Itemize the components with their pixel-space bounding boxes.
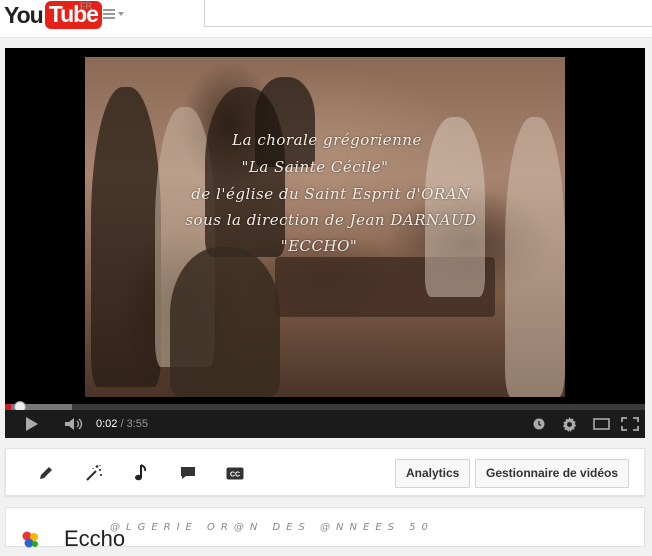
video-caption-line: de l'église du Saint Esprit d'ORAN [191, 185, 471, 203]
video-caption-line: "La Sainte Cécile" [241, 158, 389, 176]
music-note-icon[interactable] [131, 463, 151, 483]
pencil-icon[interactable] [36, 463, 56, 483]
channel-title[interactable]: Eccho [64, 526, 125, 552]
volume-icon[interactable] [63, 410, 85, 438]
time-separator: / [117, 418, 127, 430]
cc-icon[interactable]: CC [225, 463, 245, 483]
guide-menu-button[interactable] [103, 6, 129, 22]
fullscreen-icon[interactable] [619, 410, 641, 438]
magic-wand-icon[interactable] [84, 463, 104, 483]
photo-figure [170, 247, 280, 397]
video-frame[interactable]: La chorale grégorienne "La Sainte Cécile… [85, 57, 565, 397]
time-display: 0:02 / 3:55 [96, 410, 148, 438]
logo-you-text: You [4, 1, 44, 28]
hamburger-icon [103, 9, 115, 19]
video-player[interactable]: La chorale grégorienne "La Sainte Cécile… [5, 48, 645, 438]
player-controls: 0:02 / 3:55 [5, 410, 645, 438]
photo-figure [255, 77, 315, 167]
channel-logo-icon[interactable] [20, 529, 42, 551]
video-caption-line: sous la direction de Jean DARNAUD [185, 211, 477, 229]
channel-tagline: @LGERIE OR@N DES @NNEES 50 [110, 522, 434, 533]
video-action-bar: CC Analytics Gestionnaire de vidéos [5, 448, 645, 496]
watch-later-icon[interactable] [531, 410, 547, 438]
caret-down-icon [118, 12, 124, 16]
video-caption-line: "ECCHO" [280, 237, 358, 255]
analytics-button[interactable]: Analytics [395, 459, 471, 488]
region-code: FR [80, 1, 92, 11]
comment-icon[interactable] [178, 463, 198, 483]
logo-tube-text: Tube [44, 1, 102, 29]
video-manager-button[interactable]: Gestionnaire de vidéos [475, 459, 630, 488]
svg-text:CC: CC [230, 471, 240, 478]
time-current: 0:02 [96, 418, 118, 430]
masthead: You Tube FR [0, 0, 652, 38]
play-icon[interactable] [23, 410, 41, 438]
channel-strip: @LGERIE OR@N DES @NNEES 50 Eccho [5, 507, 645, 551]
theater-mode-icon[interactable] [591, 410, 611, 438]
settings-gear-icon[interactable] [560, 410, 578, 438]
search-input[interactable] [204, 0, 652, 27]
time-total: 3:55 [126, 418, 149, 430]
video-caption-line: La chorale grégorienne [232, 131, 422, 149]
